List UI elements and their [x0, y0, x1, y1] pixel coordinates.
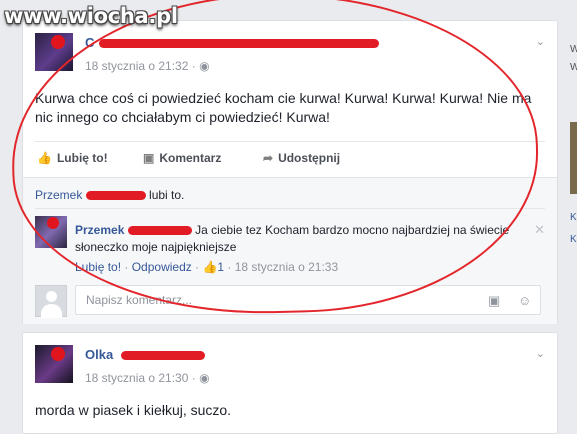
- comment-input[interactable]: [75, 285, 541, 315]
- chevron-down-icon[interactable]: ⌄: [536, 35, 545, 48]
- comment-footer: Lubię to! · Odpowiedz · 👍1 · 18 stycznia…: [75, 260, 339, 274]
- action-bar: 👍 Lubię to! ▣ Komentarz ➦ Udostępnij: [23, 141, 557, 177]
- post-card-1: C 18 stycznia o 21:32 · ◉ ⌄ Kurwa chce c…: [22, 20, 558, 324]
- sidebar-fragment[interactable]: K: [570, 234, 577, 245]
- name-redaction: [121, 351, 205, 360]
- post-timestamp[interactable]: 18 stycznia o 21:30 · ◉: [85, 371, 210, 385]
- author-avatar[interactable]: [35, 33, 73, 71]
- chevron-down-icon[interactable]: ⌄: [536, 347, 545, 360]
- right-sidebar-fragment: W W K K: [560, 0, 577, 424]
- close-icon[interactable]: ✕: [534, 222, 545, 238]
- globe-icon: ◉: [199, 59, 210, 73]
- sidebar-fragment: W: [570, 62, 577, 73]
- thumbs-up-icon: 👍: [37, 151, 52, 165]
- author-name[interactable]: C: [85, 35, 94, 50]
- comment-body: Przemek Ja ciebie tez Kocham bardzo mocn…: [75, 222, 515, 256]
- thumbs-up-icon[interactable]: 👍: [202, 260, 217, 274]
- author-avatar[interactable]: [35, 345, 73, 383]
- comment-button[interactable]: ▣ Komentarz: [143, 151, 221, 165]
- speech-bubble-icon: ▣: [143, 151, 155, 165]
- liker-name[interactable]: Przemek: [35, 188, 82, 202]
- share-arrow-icon: ➦: [263, 151, 274, 165]
- like-button[interactable]: 👍 Lubię to!: [37, 151, 108, 165]
- emoji-icon[interactable]: ☺: [518, 293, 531, 308]
- author-name[interactable]: Olka: [85, 347, 113, 362]
- comments-section: Przemek lubi to. Przemek Ja ciebie tez K…: [23, 177, 557, 324]
- comment-composer: ▣ ☺: [35, 284, 545, 318]
- commenter-avatar[interactable]: [35, 216, 67, 248]
- likes-summary: Przemek lubi to.: [35, 188, 185, 202]
- commenter-name[interactable]: Przemek: [75, 223, 124, 237]
- sidebar-fragment: W: [570, 44, 577, 55]
- comment-like-count[interactable]: 1: [217, 260, 224, 274]
- post-text: morda w piasek i kiełkuj, suczo.: [35, 402, 232, 418]
- sidebar-fragment[interactable]: K: [570, 212, 577, 223]
- post-card-2: Olka 18 stycznia o 21:30 · ◉ ⌄ morda w p…: [22, 332, 558, 434]
- watermark: www.wiocha.pl: [4, 4, 178, 28]
- sidebar-thumbnail[interactable]: [570, 122, 577, 194]
- post-text: Kurwa chce coś ci powiedzieć kocham cie …: [35, 90, 532, 125]
- post-timestamp[interactable]: 18 stycznia o 21:32 · ◉: [85, 59, 210, 73]
- name-redaction: [127, 226, 192, 235]
- name-redaction: [99, 39, 379, 48]
- share-button[interactable]: ➦ Udostępnij: [263, 151, 340, 165]
- comment-reply-link[interactable]: Odpowiedz: [132, 260, 192, 274]
- name-redaction: [85, 191, 146, 200]
- camera-icon[interactable]: ▣: [488, 293, 500, 309]
- comment-like-link[interactable]: Lubię to!: [75, 260, 121, 274]
- globe-icon: ◉: [199, 371, 210, 385]
- comment-timestamp[interactable]: 18 stycznia o 21:33: [235, 260, 338, 274]
- user-avatar: [35, 285, 67, 318]
